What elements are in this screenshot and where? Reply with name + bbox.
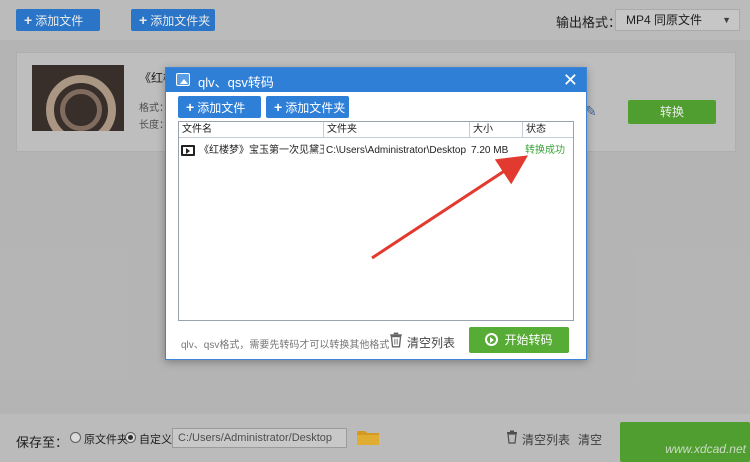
format-hint: qlv、qsv格式，需要先转码才可以转换其他格式 xyxy=(181,340,390,351)
table-header: 文件名 文件夹 大小 状态 xyxy=(179,122,573,138)
plus-icon: + xyxy=(186,99,195,115)
trash-icon[interactable] xyxy=(389,332,403,348)
start-transcode-button[interactable]: 开始转码 xyxy=(469,327,569,353)
dialog-add-file-label: 添加文件 xyxy=(197,101,246,115)
table-row[interactable]: 《红楼梦》宝玉第一次见黛玉和 C:\Users\Administrator\De… xyxy=(179,142,573,160)
column-header-folder[interactable]: 文件夹 xyxy=(324,122,470,138)
dialog-add-file-button[interactable]: + 添加文件 xyxy=(178,96,261,118)
dialog-clear-list-button[interactable]: 清空列表 xyxy=(407,334,455,351)
row-status: 转换成功 xyxy=(525,145,565,156)
video-file-icon xyxy=(181,145,195,156)
close-icon[interactable]: ✕ xyxy=(563,69,578,91)
start-transcode-label: 开始转码 xyxy=(504,333,553,347)
column-header-name[interactable]: 文件名 xyxy=(179,122,324,138)
dialog-titlebar: qlv、qsv转码 ✕ xyxy=(166,68,586,92)
dialog-add-folder-button[interactable]: + 添加文件夹 xyxy=(266,96,349,118)
row-folder: C:\Users\Administrator\Desktop xyxy=(326,145,467,156)
app-icon xyxy=(176,73,190,86)
column-header-size[interactable]: 大小 xyxy=(470,122,523,138)
file-table: 文件名 文件夹 大小 状态 《红楼梦》宝玉第一次见黛玉和 C:\Users\Ad… xyxy=(178,121,574,321)
play-circle-icon xyxy=(485,333,499,347)
dialog-add-folder-label: 添加文件夹 xyxy=(285,101,346,115)
plus-icon: + xyxy=(274,99,283,115)
video-converter-app: + 添加文件 + 添加文件夹 输出格式： MP4 同原文件 ▼ 《红楼 格式： 长度… xyxy=(0,0,750,462)
row-size: 7.20 MB xyxy=(471,145,509,156)
transcode-dialog: qlv、qsv转码 ✕ + 添加文件 + 添加文件夹 文件名 文件夹 大小 状态 《… xyxy=(165,67,587,360)
row-file-name: 《红楼梦》宝玉第一次见黛玉和 xyxy=(199,145,324,156)
column-header-status[interactable]: 状态 xyxy=(523,122,573,138)
dialog-title: qlv、qsv转码 xyxy=(198,75,274,90)
